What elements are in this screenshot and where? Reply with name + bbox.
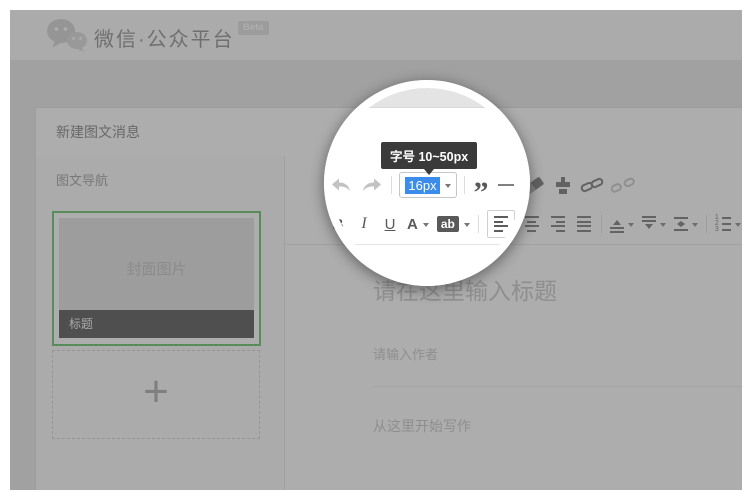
article-author-input[interactable]: 请输入作者 (373, 344, 438, 363)
toolbar-separator (391, 176, 392, 194)
sidebar-label: 图文导航 (56, 170, 108, 189)
chevron-down-icon[interactable] (660, 223, 666, 230)
undo-icon (329, 176, 353, 194)
line-height-icon (642, 216, 656, 233)
horizontal-rule-icon (498, 184, 514, 186)
align-center-icon (525, 216, 539, 232)
article-title-input[interactable]: 请在这里输入标题 (373, 272, 557, 306)
toolbar-separator (464, 176, 465, 194)
chevron-down-icon[interactable] (628, 223, 634, 230)
plus-icon: + (53, 351, 259, 433)
line-height-button[interactable] (642, 212, 666, 236)
font-size-value[interactable]: 16px (405, 177, 439, 194)
cover-image-placeholder[interactable]: 封面图片 标题 (59, 218, 254, 338)
align-left-button[interactable] (487, 210, 515, 238)
beta-badge: Beta (238, 21, 269, 35)
divider (373, 386, 742, 387)
align-center-button[interactable] (523, 212, 541, 236)
wechat-logo-icon[interactable] (44, 16, 90, 61)
horizontal-rule-button[interactable] (497, 173, 515, 197)
align-left-icon (494, 216, 508, 232)
font-size-input[interactable]: 16px (399, 172, 457, 198)
app-window: 微信·公众平台 Beta 新建图文消息 图文导航 封面图片 标题 + (10, 10, 742, 490)
brand-title[interactable]: 微信·公众平台 (94, 23, 235, 52)
font-color-label: A (407, 216, 418, 233)
align-justify-icon (577, 216, 591, 232)
toolbar-row-1: 16px ” (329, 170, 635, 200)
eraser-icon (522, 175, 546, 195)
article-nav-sidebar: 图文导航 封面图片 标题 + (36, 156, 285, 490)
blockquote-button[interactable]: ” (472, 173, 490, 197)
font-size-tooltip: 字号 10~50px (381, 142, 477, 169)
chevron-down-icon[interactable] (464, 223, 470, 230)
page-title: 新建图文消息 (56, 108, 140, 156)
align-right-icon (551, 216, 565, 232)
underline-button[interactable]: U (381, 212, 399, 236)
paragraph-spacing-button[interactable] (610, 212, 634, 236)
toolbar-separator (706, 215, 707, 233)
toolbar-separator (478, 215, 479, 233)
paragraph-spacing-icon (610, 216, 624, 233)
chevron-down-icon[interactable] (735, 223, 741, 230)
insert-link-button[interactable] (580, 173, 604, 197)
add-article-button[interactable]: + (52, 350, 260, 439)
cover-card-selected[interactable]: 封面图片 标题 (52, 211, 261, 346)
chevron-down-icon[interactable] (423, 223, 429, 230)
editor-toolbar: 16px ” (285, 156, 742, 245)
ordered-list-button[interactable]: 1 2 3 (715, 212, 741, 236)
cover-title-bar: 标题 (59, 310, 254, 338)
highlight-label: ab (437, 216, 459, 232)
letter-spacing-button[interactable] (674, 212, 698, 236)
ordered-list-icon: 1 2 3 (715, 216, 731, 232)
toolbar-separator (601, 215, 602, 233)
bold-button[interactable]: B (329, 212, 347, 236)
article-body-input[interactable]: 从这里开始写作 (373, 416, 471, 436)
format-brush-button[interactable] (553, 173, 573, 197)
redo-button[interactable] (360, 173, 384, 197)
toolbar-row-2: B I U A ab (329, 210, 742, 238)
eraser-button[interactable] (522, 173, 546, 197)
unlink-icon (611, 177, 635, 193)
font-color-button[interactable]: A (407, 212, 429, 236)
page: 微信·公众平台 Beta 新建图文消息 图文导航 封面图片 标题 + (0, 0, 750, 497)
letter-spacing-icon (674, 217, 688, 231)
align-right-button[interactable] (549, 212, 567, 236)
italic-button[interactable]: I (355, 212, 373, 236)
link-icon (580, 177, 604, 193)
remove-link-button[interactable] (611, 173, 635, 197)
document-canvas: 请在这里输入标题 请输入作者 从这里开始写作 (285, 244, 742, 490)
format-brush-icon (553, 176, 573, 195)
text-highlight-button[interactable]: ab (437, 212, 470, 236)
redo-icon (360, 176, 384, 194)
align-justify-button[interactable] (575, 212, 593, 236)
chevron-down-icon[interactable] (445, 184, 451, 191)
undo-button[interactable] (329, 173, 353, 197)
editor-area: 16px ” (285, 156, 742, 490)
top-header: 微信·公众平台 Beta (10, 10, 742, 60)
chevron-down-icon[interactable] (692, 223, 698, 230)
cover-image-text: 封面图片 (59, 258, 254, 279)
